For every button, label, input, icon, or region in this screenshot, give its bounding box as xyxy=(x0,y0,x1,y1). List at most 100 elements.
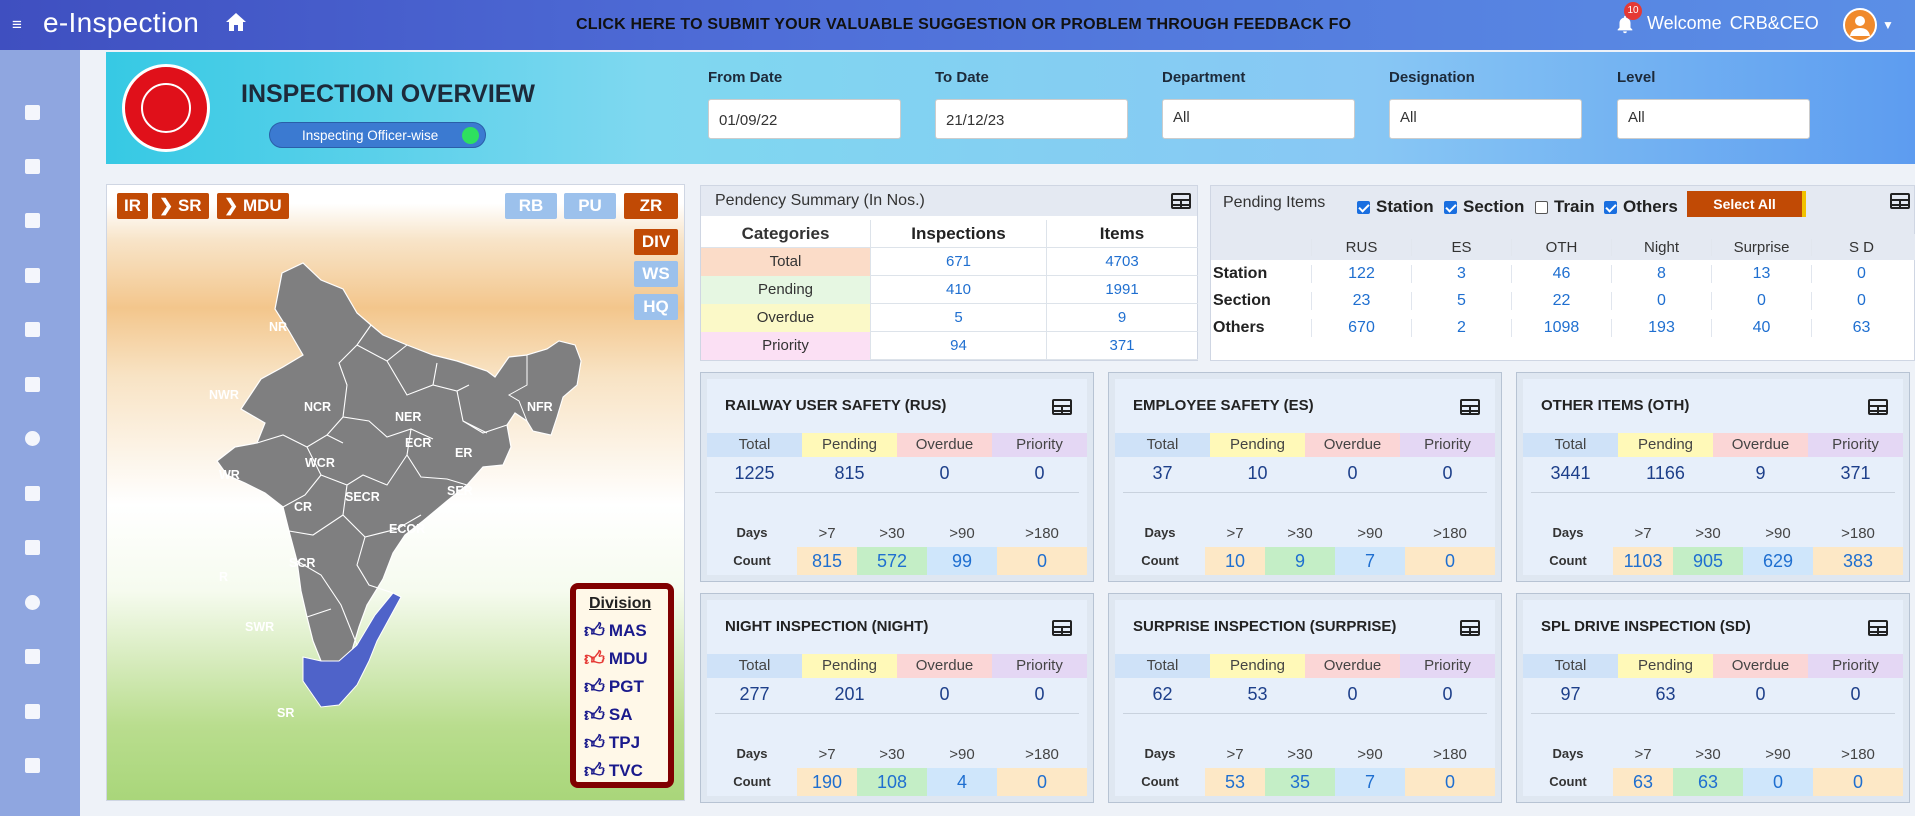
table-row[interactable]: Pending 410 1991 xyxy=(701,275,1198,304)
count-7-value[interactable]: 1103 xyxy=(1613,547,1673,575)
breadcrumb-sr[interactable]: ❯ SR xyxy=(152,193,209,219)
count-180-value[interactable]: 0 xyxy=(1405,547,1495,575)
priority-value[interactable]: 0 xyxy=(1400,684,1495,705)
region-label-ner[interactable]: NER xyxy=(395,410,421,424)
cell-value[interactable]: 670 xyxy=(1311,318,1411,337)
row-inspections[interactable]: 5 xyxy=(871,303,1047,332)
total-value[interactable]: 62 xyxy=(1115,684,1210,705)
cell-value[interactable]: 3 xyxy=(1411,264,1511,283)
count-180-value[interactable]: 0 xyxy=(1405,768,1495,796)
cell-value[interactable]: 5 xyxy=(1411,291,1511,310)
count-30-value[interactable]: 9 xyxy=(1265,547,1335,575)
toggle-knob[interactable] xyxy=(462,127,479,144)
region-label-nwr[interactable]: NWR xyxy=(209,388,239,402)
count-90-value[interactable]: 629 xyxy=(1743,547,1813,575)
level-hq-button[interactable]: HQ xyxy=(634,294,678,320)
table-icon[interactable] xyxy=(1460,399,1480,415)
count-90-value[interactable]: 0 xyxy=(1743,768,1813,796)
filter-train-checkbox[interactable]: Train xyxy=(1535,197,1595,217)
region-label-ecr[interactable]: ECR xyxy=(405,436,431,450)
region-label-wr[interactable]: WR xyxy=(219,468,240,482)
filter-others-checkbox[interactable]: Others xyxy=(1604,197,1678,217)
pending-value[interactable]: 1166 xyxy=(1618,463,1713,484)
sidebar-file-icon[interactable] xyxy=(25,649,40,664)
pending-value[interactable]: 201 xyxy=(802,684,897,705)
total-value[interactable]: 277 xyxy=(707,684,802,705)
table-row[interactable]: Priority 94 371 xyxy=(701,331,1198,360)
sidebar-document-icon[interactable] xyxy=(25,213,40,228)
division-item-tvc[interactable]: 👍︎ TVC xyxy=(584,759,643,783)
level-zr-button[interactable]: ZR xyxy=(624,193,678,219)
pending-value[interactable]: 53 xyxy=(1210,684,1305,705)
checkbox-checked-icon[interactable] xyxy=(1604,200,1617,214)
count-180-value[interactable]: 0 xyxy=(1813,768,1903,796)
cell-value[interactable]: 1098 xyxy=(1511,318,1611,337)
sidebar-map-icon[interactable] xyxy=(25,159,40,174)
region-label-ecor[interactable]: ECOR xyxy=(389,522,425,536)
table-row[interactable]: Overdue 5 9 xyxy=(701,303,1198,332)
cell-value[interactable]: 0 xyxy=(1811,291,1911,310)
level-div-button[interactable]: DIV xyxy=(634,229,678,255)
division-item-sa[interactable]: 👍︎ SA xyxy=(584,703,633,727)
division-item-pgt[interactable]: 👍︎ PGT xyxy=(584,675,644,699)
count-30-value[interactable]: 63 xyxy=(1673,768,1743,796)
division-item-mdu[interactable]: 👍︎ MDU xyxy=(584,647,648,671)
region-label-ser[interactable]: SER xyxy=(447,484,473,498)
sidebar-briefcase-icon[interactable] xyxy=(25,322,40,337)
region-label-secr[interactable]: SECR xyxy=(345,490,380,504)
priority-value[interactable]: 0 xyxy=(1400,463,1495,484)
total-value[interactable]: 97 xyxy=(1523,684,1618,705)
overdue-value[interactable]: 9 xyxy=(1713,463,1808,484)
pending-value[interactable]: 10 xyxy=(1210,463,1305,484)
level-select[interactable]: All xyxy=(1617,99,1810,139)
designation-select[interactable]: All xyxy=(1389,99,1582,139)
sidebar-clock-icon[interactable] xyxy=(25,595,40,610)
row-items[interactable]: 4703 xyxy=(1047,248,1197,276)
sidebar-mail-icon[interactable] xyxy=(25,540,40,555)
row-items[interactable]: 9 xyxy=(1047,304,1197,332)
row-items[interactable]: 1991 xyxy=(1047,276,1197,304)
region-label-swr[interactable]: SWR xyxy=(245,620,274,634)
row-inspections[interactable]: 410 xyxy=(871,275,1047,304)
checkbox-checked-icon[interactable] xyxy=(1357,200,1370,214)
total-value[interactable]: 37 xyxy=(1115,463,1210,484)
region-label-scr[interactable]: SCR xyxy=(289,556,315,570)
count-90-value[interactable]: 4 xyxy=(927,768,997,796)
department-select[interactable]: All xyxy=(1162,99,1355,139)
sidebar-clipboard-icon[interactable] xyxy=(25,377,40,392)
region-label-sr[interactable]: SR xyxy=(277,706,294,720)
sidebar-clipboard-icon[interactable] xyxy=(25,486,40,501)
priority-value[interactable]: 371 xyxy=(1808,463,1903,484)
cell-value[interactable]: 13 xyxy=(1711,264,1811,283)
select-all-button[interactable]: Select All xyxy=(1687,191,1806,217)
breadcrumb-ir[interactable]: IR xyxy=(117,193,148,219)
pending-value[interactable]: 815 xyxy=(802,463,897,484)
level-pu-button[interactable]: PU xyxy=(564,193,616,219)
filter-section-checkbox[interactable]: Section xyxy=(1444,197,1524,217)
row-inspections[interactable]: 671 xyxy=(871,247,1047,276)
region-label-ncr[interactable]: NCR xyxy=(304,400,331,414)
to-date-field[interactable]: 21/12/23 xyxy=(935,99,1128,139)
priority-value[interactable]: 0 xyxy=(992,463,1087,484)
count-180-value[interactable]: 383 xyxy=(1813,547,1903,575)
sidebar-calendar-icon[interactable] xyxy=(25,268,40,283)
table-icon[interactable] xyxy=(1052,399,1072,415)
total-value[interactable]: 3441 xyxy=(1523,463,1618,484)
total-value[interactable]: 1225 xyxy=(707,463,802,484)
cell-value[interactable]: 0 xyxy=(1711,291,1811,310)
sidebar-calendar-icon[interactable] xyxy=(25,704,40,719)
cell-value[interactable]: 40 xyxy=(1711,318,1811,337)
overdue-value[interactable]: 0 xyxy=(1305,463,1400,484)
home-icon[interactable] xyxy=(224,10,248,34)
cell-value[interactable]: 63 xyxy=(1811,318,1911,337)
count-7-value[interactable]: 815 xyxy=(797,547,857,575)
overdue-value[interactable]: 0 xyxy=(897,463,992,484)
table-icon[interactable] xyxy=(1171,193,1191,209)
division-item-mas[interactable]: 👍︎ MAS xyxy=(584,619,647,643)
priority-value[interactable]: 0 xyxy=(992,684,1087,705)
count-7-value[interactable]: 53 xyxy=(1205,768,1265,796)
count-30-value[interactable]: 572 xyxy=(857,547,927,575)
overdue-value[interactable]: 0 xyxy=(1305,684,1400,705)
region-label-er[interactable]: ER xyxy=(455,446,472,460)
row-inspections[interactable]: 94 xyxy=(871,331,1047,360)
